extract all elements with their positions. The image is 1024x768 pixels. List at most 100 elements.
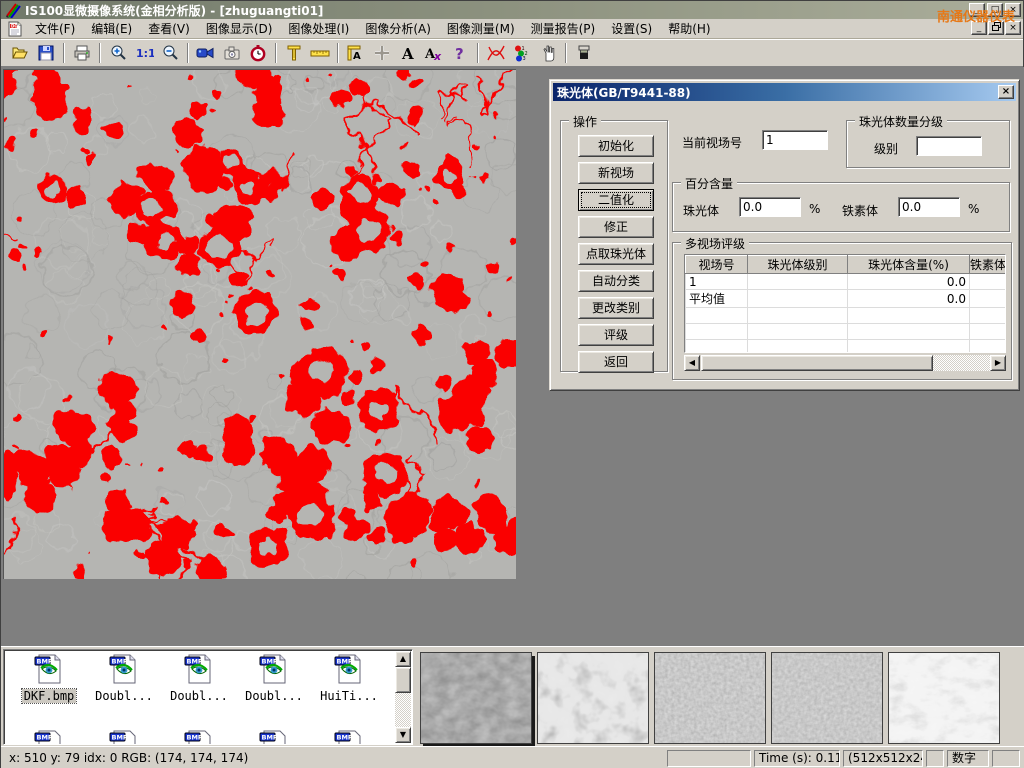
menu-image-process[interactable]: 图像处理(I) (280, 18, 357, 39)
file-list-scrollbar[interactable]: ▲ ▼ (395, 651, 411, 743)
toolbar-separator (337, 43, 339, 63)
status-mode: 数字 (947, 750, 989, 767)
dialog-close-button[interactable]: × (998, 85, 1014, 99)
paintbrush-icon (575, 44, 593, 62)
app-window: IS100显微摄像系统(金相分析版) - [zhuguangti01] _ □ … (0, 0, 1024, 768)
file-name[interactable]: Doubl... (243, 689, 305, 703)
pick-pearlite-button[interactable]: 点取珠光体 (578, 243, 654, 265)
save-button[interactable] (33, 41, 59, 65)
file-item[interactable]: BMP (312, 730, 386, 745)
file-item[interactable]: BMP (12, 730, 86, 745)
curve-tool-button[interactable] (483, 41, 509, 65)
font-button[interactable]: A (395, 41, 421, 65)
menu-settings[interactable]: 设置(S) (603, 18, 660, 39)
file-item[interactable]: BMP DKF.bmp (12, 654, 86, 703)
table-row[interactable] (686, 324, 1007, 340)
table-row[interactable]: 平均值 0.0 (686, 290, 1007, 308)
change-class-button[interactable]: 更改类别 (578, 297, 654, 319)
dialog-title-bar[interactable]: 珠光体(GB/T9441-88) × (553, 83, 1016, 101)
table-row[interactable]: 1 0.0 (686, 274, 1007, 290)
file-item[interactable]: BMP (87, 730, 161, 745)
scroll-track[interactable] (933, 355, 990, 371)
font-style-button[interactable]: Ax (421, 41, 447, 65)
measure-text-button[interactable]: A (343, 41, 369, 65)
actual-size-button[interactable]: 1:1 (131, 41, 157, 65)
init-button[interactable]: 初始化 (578, 135, 654, 157)
zoom-out-button[interactable] (157, 41, 183, 65)
menu-help[interactable]: 帮助(H) (660, 18, 718, 39)
new-field-button[interactable]: 新视场 (578, 162, 654, 184)
file-item[interactable]: BMP Doubl... (237, 654, 311, 703)
scroll-left-button[interactable]: ◀ (684, 355, 700, 371)
col-field-no[interactable]: 视场号 (686, 256, 748, 274)
menu-image-display[interactable]: 图像显示(D) (198, 18, 281, 39)
brush-tool-button[interactable] (571, 41, 597, 65)
pointer-hand-button[interactable] (535, 41, 561, 65)
zoom-in-button[interactable] (105, 41, 131, 65)
vertical-caliper-icon (285, 44, 303, 62)
svg-text:3: 3 (523, 56, 526, 62)
return-button[interactable]: 返回 (578, 351, 654, 373)
multifield-table[interactable]: 视场号 珠光体级别 珠光体含量(%) 铁素体含量(%) 1 0.0 平均值 0.… (684, 254, 1006, 353)
stopwatch-icon (249, 44, 267, 62)
correct-button[interactable]: 修正 (578, 216, 654, 238)
binarize-button[interactable]: 二值化 (578, 189, 654, 211)
metallographic-image-canvas[interactable] (3, 69, 516, 579)
col-pearlite-level[interactable]: 珠光体级别 (748, 256, 848, 274)
menu-edit[interactable]: 编辑(E) (83, 18, 140, 39)
file-item[interactable]: BMP (162, 730, 236, 745)
toolbar-separator (187, 43, 189, 63)
table-row[interactable] (686, 308, 1007, 324)
thumbnail-5[interactable] (888, 652, 1000, 744)
file-item[interactable]: BMP HuiTi... (312, 654, 386, 703)
status-spacer (992, 750, 1020, 767)
table-horizontal-scrollbar[interactable]: ◀ ▶ (684, 355, 1006, 371)
scroll-down-button[interactable]: ▼ (395, 727, 411, 743)
scroll-up-button[interactable]: ▲ (395, 651, 411, 667)
thumbnail-1[interactable] (420, 652, 532, 744)
pearlite-input[interactable]: 0.0 (739, 197, 801, 217)
help-button[interactable]: ? (447, 41, 473, 65)
thumbnail-2[interactable] (537, 652, 649, 744)
scroll-thumb[interactable] (395, 667, 411, 693)
file-name[interactable]: DKF.bmp (22, 689, 77, 703)
thumbnail-3[interactable] (654, 652, 766, 744)
file-item[interactable]: BMP Doubl... (87, 654, 161, 703)
scroll-right-button[interactable]: ▶ (990, 355, 1006, 371)
title-bar[interactable]: IS100显微摄像系统(金相分析版) - [zhuguangti01] _ □ … (1, 1, 1023, 19)
file-item[interactable]: BMP Doubl... (162, 654, 236, 703)
file-name[interactable]: HuiTi... (318, 689, 380, 703)
rate-button[interactable]: 评级 (578, 324, 654, 346)
stopwatch-button[interactable] (245, 41, 271, 65)
file-name[interactable]: Doubl... (93, 689, 155, 703)
file-name[interactable]: Doubl... (168, 689, 230, 703)
print-button[interactable] (69, 41, 95, 65)
move-tool-button[interactable] (369, 41, 395, 65)
current-field-input[interactable]: 1 (762, 130, 828, 150)
scroll-thumb[interactable] (701, 355, 933, 371)
menu-file[interactable]: 文件(F) (27, 18, 83, 39)
micrograph-thumbnail (655, 653, 765, 743)
file-list[interactable]: BMP DKF.bmp BMP Doubl... (3, 649, 413, 745)
menu-view[interactable]: 查看(V) (140, 18, 198, 39)
caliper-vertical-button[interactable] (281, 41, 307, 65)
camera-capture-button[interactable] (219, 41, 245, 65)
file-item[interactable]: BMP (237, 730, 311, 745)
level-input[interactable] (916, 136, 982, 156)
table-row[interactable] (686, 340, 1007, 354)
class-dots-button[interactable]: 123 (509, 41, 535, 65)
menu-image-analysis[interactable]: 图像分析(A) (357, 18, 439, 39)
micrograph-thumbnail (772, 653, 882, 743)
menu-image-measure[interactable]: 图像测量(M) (439, 18, 523, 39)
open-button[interactable] (7, 41, 33, 65)
thumbnail-4[interactable] (771, 652, 883, 744)
auto-classify-button[interactable]: 自动分类 (578, 270, 654, 292)
video-capture-button[interactable] (193, 41, 219, 65)
menu-measure-report[interactable]: 测量报告(P) (523, 18, 604, 39)
col-ferrite-content[interactable]: 铁素体含量(%) (970, 256, 1007, 274)
document-icon[interactable]: DOC (7, 21, 23, 37)
col-pearlite-content[interactable]: 珠光体含量(%) (848, 256, 970, 274)
ferrite-input[interactable]: 0.0 (898, 197, 960, 217)
ruler-horizontal-button[interactable] (307, 41, 333, 65)
pearlite-unit: % (809, 202, 820, 216)
